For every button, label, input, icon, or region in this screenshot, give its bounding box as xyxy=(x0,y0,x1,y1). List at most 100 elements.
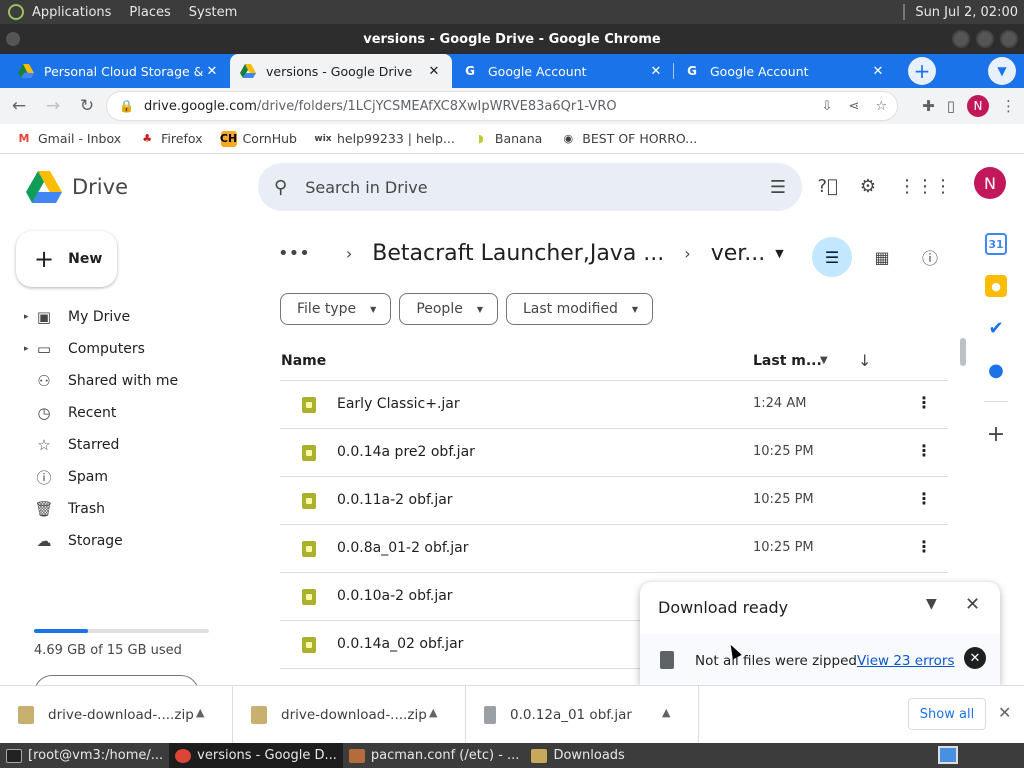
download-item[interactable]: 0.0.12a_01 obf.jar ▲ xyxy=(466,685,699,744)
sort-direction-icon[interactable]: ↓ xyxy=(858,351,871,370)
drive-search-bar[interactable]: ⚲ Search in Drive ☰ xyxy=(258,163,802,211)
nav-trash[interactable]: 🗑 Trash xyxy=(0,493,240,525)
close-tab-icon[interactable]: ✕ xyxy=(648,64,664,79)
close-tab-icon[interactable]: ✕ xyxy=(204,64,220,79)
filter-last-modified[interactable]: Last modified ▼ xyxy=(505,293,654,325)
share-icon[interactable]: ⋖ xyxy=(848,99,859,114)
profile-avatar[interactable]: N xyxy=(967,95,989,117)
clock[interactable]: Sun Jul 2, 02:00 xyxy=(915,5,1018,20)
search-input[interactable]: Search in Drive xyxy=(305,178,770,197)
filter-people[interactable]: People ▼ xyxy=(399,293,498,325)
task-downloads[interactable]: Downloads xyxy=(525,743,630,768)
bookmark-help99233[interactable]: wix help99233 | help... xyxy=(314,131,455,147)
nav-computers[interactable]: ▸ ▭ Computers xyxy=(0,333,240,365)
chevron-up-icon[interactable]: ▲ xyxy=(429,706,437,719)
side-panel-icon[interactable]: ▯ xyxy=(947,97,955,115)
address-bar[interactable]: 🔒 drive.google.com/drive/folders/1LCjYCS… xyxy=(106,91,898,121)
breadcrumb-current[interactable]: ver... xyxy=(711,241,766,266)
tab-google-account-2[interactable]: G Google Account ✕ xyxy=(674,54,896,88)
nav-recent[interactable]: ◷ Recent xyxy=(0,397,240,429)
bookmark-cornhub[interactable]: CH CornHub xyxy=(220,130,297,147)
tab-google-account[interactable]: G Google Account ✕ xyxy=(452,54,674,88)
drive-logo[interactable]: Drive xyxy=(26,171,128,203)
settings-gear-icon[interactable]: ⚙ xyxy=(860,176,876,197)
task-chrome[interactable]: versions - Google D... xyxy=(169,743,343,768)
bookmark-best-of-horror[interactable]: ◉ BEST OF HORRO... xyxy=(560,131,697,147)
nav-shared-with-me[interactable]: ⚇ Shared with me xyxy=(0,365,240,397)
new-tab-button[interactable]: + xyxy=(908,57,936,85)
gnome-logo-icon[interactable] xyxy=(8,4,24,20)
close-icon[interactable]: ✕ xyxy=(965,594,980,615)
bookmark-banana[interactable]: ◗ Banana xyxy=(473,131,542,147)
filter-file-type[interactable]: File type ▼ xyxy=(280,293,392,325)
close-tab-icon[interactable]: ✕ xyxy=(426,64,442,79)
bookmark-gmail[interactable]: M Gmail - Inbox xyxy=(16,131,122,147)
file-list-scrollbar[interactable] xyxy=(960,338,966,366)
applications-menu[interactable]: Applications xyxy=(32,5,111,20)
breadcrumb-parent[interactable]: Betacraft Launcher,Java ... xyxy=(372,241,664,266)
new-button[interactable]: + New xyxy=(16,231,117,287)
file-row[interactable]: Early Classic+.jar 1:24 AM ⋮ xyxy=(280,381,948,429)
tasks-icon[interactable]: ✔ xyxy=(985,317,1007,339)
column-dropdown-icon[interactable]: ▼ xyxy=(820,355,828,366)
minimize-button[interactable] xyxy=(952,30,970,48)
download-item[interactable]: drive-download-....zip ▲ xyxy=(233,685,466,744)
folder-dropdown-icon[interactable]: ▼ xyxy=(775,247,783,260)
reload-icon[interactable]: ↻ xyxy=(72,91,102,121)
column-name[interactable]: Name xyxy=(281,353,326,369)
window-menu-button[interactable] xyxy=(6,32,20,46)
show-all-button[interactable]: Show all xyxy=(908,698,986,730)
chrome-menu-icon[interactable]: ⋮ xyxy=(1001,97,1016,115)
task-terminal[interactable]: [root@vm3:/home/... xyxy=(0,743,169,768)
nav-spam[interactable]: ⓘ Spam xyxy=(0,461,240,493)
filter-list-icon[interactable]: ☰ xyxy=(812,237,852,277)
tab-search-button[interactable]: ▼ xyxy=(988,57,1016,85)
column-last-modified[interactable]: Last m... xyxy=(753,353,822,369)
breadcrumb-more-icon[interactable]: ••• xyxy=(278,243,310,264)
tab-personal-cloud-storage[interactable]: Personal Cloud Storage & F ✕ xyxy=(8,54,230,88)
keep-icon[interactable]: ● xyxy=(985,275,1007,297)
file-row[interactable]: 0.0.11a-2 obf.jar 10:25 PM ⋮ xyxy=(280,477,948,525)
forward-icon[interactable]: → xyxy=(38,91,68,121)
expand-caret-icon[interactable]: ▸ xyxy=(24,312,34,322)
system-menu[interactable]: System xyxy=(189,5,237,20)
chevron-up-icon[interactable]: ▲ xyxy=(196,706,204,719)
dismiss-error-icon[interactable]: ✕ xyxy=(964,647,986,669)
nav-my-drive[interactable]: ▸ ▣ My Drive xyxy=(0,301,240,333)
file-row[interactable]: 0.0.14a pre2 obf.jar 10:25 PM ⋮ xyxy=(280,429,948,477)
nav-starred[interactable]: ☆ Starred xyxy=(0,429,240,461)
workspace-switcher[interactable] xyxy=(938,746,958,764)
contacts-icon[interactable]: ● xyxy=(985,359,1007,381)
more-actions-icon[interactable]: ⋮ xyxy=(916,441,932,460)
bookmark-star-icon[interactable]: ☆ xyxy=(875,99,887,114)
download-item[interactable]: drive-download-....zip ▲ xyxy=(0,685,233,744)
extensions-icon[interactable]: ✚ xyxy=(922,97,935,115)
search-icon[interactable]: ⚲ xyxy=(274,177,287,198)
chevron-up-icon[interactable]: ▲ xyxy=(662,706,670,719)
places-menu[interactable]: Places xyxy=(129,5,170,20)
account-avatar[interactable]: N xyxy=(974,167,1006,199)
view-errors-link[interactable]: View 23 errors xyxy=(857,653,955,669)
nav-storage[interactable]: ☁ Storage xyxy=(0,525,240,557)
back-icon[interactable]: ← xyxy=(4,91,34,121)
task-editor[interactable]: pacman.conf (/etc) - ... xyxy=(343,743,526,768)
search-options-icon[interactable]: ☰ xyxy=(770,177,786,198)
apps-grid-icon[interactable]: ⋮⋮⋮ xyxy=(898,176,952,197)
install-icon[interactable]: ⇩ xyxy=(822,99,833,114)
calendar-icon[interactable]: 31 xyxy=(985,233,1007,255)
close-tab-icon[interactable]: ✕ xyxy=(870,64,886,79)
file-row[interactable]: 0.0.8a_01-2 obf.jar 10:25 PM ⋮ xyxy=(280,525,948,573)
add-addon-icon[interactable]: + xyxy=(987,422,1005,447)
help-icon[interactable]: ?⃝ xyxy=(818,176,838,197)
more-actions-icon[interactable]: ⋮ xyxy=(916,537,932,556)
tab-versions-google-drive[interactable]: versions - Google Drive ✕ xyxy=(230,54,452,88)
close-shelf-icon[interactable]: ✕ xyxy=(998,703,1011,722)
more-actions-icon[interactable]: ⋮ xyxy=(916,489,932,508)
more-actions-icon[interactable]: ⋮ xyxy=(916,393,932,412)
chevron-down-icon[interactable]: ▼ xyxy=(926,596,937,612)
maximize-button[interactable] xyxy=(976,30,994,48)
lock-icon[interactable]: 🔒 xyxy=(119,99,134,113)
grid-view-icon[interactable]: ▦ xyxy=(864,239,900,275)
expand-caret-icon[interactable]: ▸ xyxy=(24,344,34,354)
info-icon[interactable]: ⓘ xyxy=(912,239,948,275)
